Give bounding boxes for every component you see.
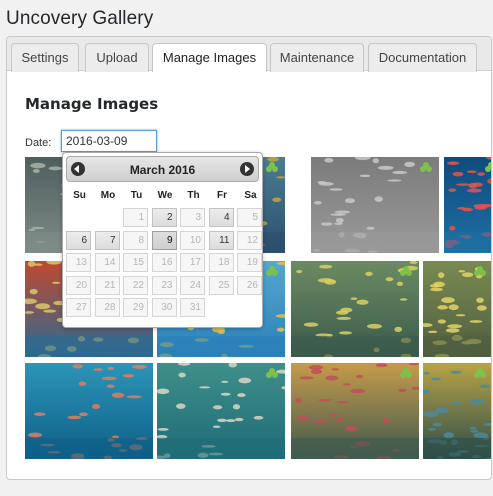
section-title: Manage Images: [25, 95, 159, 113]
calendar-day: 25: [208, 275, 234, 295]
calendar-day[interactable]: 11: [208, 230, 234, 250]
calendar-day: 1: [123, 208, 148, 227]
gallery-panel: Settings Upload Manage Images Maintenanc…: [6, 36, 492, 480]
calendar-day: 24: [180, 275, 205, 295]
weekday-header: Sa: [244, 190, 257, 201]
clover-icon: [420, 162, 432, 172]
tab-manage-images[interactable]: Manage Images: [152, 43, 267, 72]
clover-icon: [400, 266, 412, 276]
calendar-day: 5: [237, 208, 262, 227]
tab-maintenance[interactable]: Maintenance: [270, 43, 364, 72]
weekday-header: Su: [73, 190, 86, 201]
calendar-day: 27: [66, 298, 91, 317]
calendar-day: 21: [94, 275, 120, 295]
calendar-day: 17: [180, 253, 205, 272]
datepicker-month-title: March 2016: [129, 163, 196, 177]
calendar-day: 23: [151, 275, 177, 295]
clover-icon: [474, 368, 486, 378]
calendar-day: 13: [66, 253, 91, 272]
calendar-day: 19: [237, 253, 262, 272]
image-thumbnail[interactable]: [291, 261, 419, 357]
calendar-day: 15: [123, 253, 148, 272]
calendar-day: 26: [237, 275, 262, 295]
tab-bar: Settings Upload Manage Images Maintenanc…: [7, 37, 491, 72]
weekday-header: Mo: [100, 190, 116, 201]
date-label: Date:: [25, 137, 52, 149]
clover-icon: [266, 266, 278, 276]
calendar-day: 29: [123, 298, 148, 317]
image-thumbnail[interactable]: [423, 261, 491, 357]
image-thumbnail[interactable]: [291, 363, 419, 459]
date-input[interactable]: [61, 130, 157, 152]
image-thumbnail[interactable]: [311, 157, 439, 253]
image-thumbnail[interactable]: [423, 363, 491, 459]
calendar-day: 20: [66, 275, 91, 295]
calendar-day: 16: [151, 253, 177, 272]
image-thumbnail[interactable]: [157, 363, 285, 459]
calendar-day: 28: [94, 298, 120, 317]
datepicker-header: March 2016: [66, 156, 259, 182]
image-thumbnail[interactable]: [444, 157, 491, 253]
clover-icon: [400, 368, 412, 378]
circle-arrow-right-icon[interactable]: [240, 162, 254, 176]
clover-icon: [266, 368, 278, 378]
weekday-header: Th: [187, 190, 200, 201]
weekday-header: Tu: [130, 190, 143, 201]
calendar-day: 31: [180, 298, 205, 317]
calendar-day: 30: [151, 298, 177, 317]
tab-settings[interactable]: Settings: [11, 43, 79, 72]
clover-icon: [485, 162, 491, 172]
clover-icon: [266, 162, 278, 172]
calendar-day: 14: [94, 253, 120, 272]
calendar-day: 18: [208, 253, 234, 272]
page-title: Uncovery Gallery: [6, 8, 154, 29]
calendar-day: 10: [180, 230, 205, 250]
tab-upload[interactable]: Upload: [85, 43, 149, 72]
calendar-day: 8: [123, 230, 148, 250]
image-thumbnail[interactable]: [25, 363, 153, 459]
weekday-header: We: [157, 190, 173, 201]
clover-icon: [474, 266, 486, 276]
weekday-header: Fr: [217, 190, 227, 201]
datepicker: March 2016 Su Mo Tu We Th Fr Sa 1 2 3 4 5 6 7 8 9 10 11 12…: [62, 152, 263, 328]
tab-documentation[interactable]: Documentation: [368, 43, 477, 72]
calendar-day[interactable]: 2: [151, 208, 177, 227]
calendar-day[interactable]: 6: [66, 230, 91, 250]
calendar-day[interactable]: 4: [208, 208, 234, 227]
calendar-day[interactable]: 9: [151, 230, 177, 250]
calendar-day[interactable]: 7: [94, 230, 120, 250]
calendar-day: 22: [123, 275, 148, 295]
calendar-day: 3: [180, 208, 205, 227]
calendar-day: 12: [237, 230, 262, 250]
